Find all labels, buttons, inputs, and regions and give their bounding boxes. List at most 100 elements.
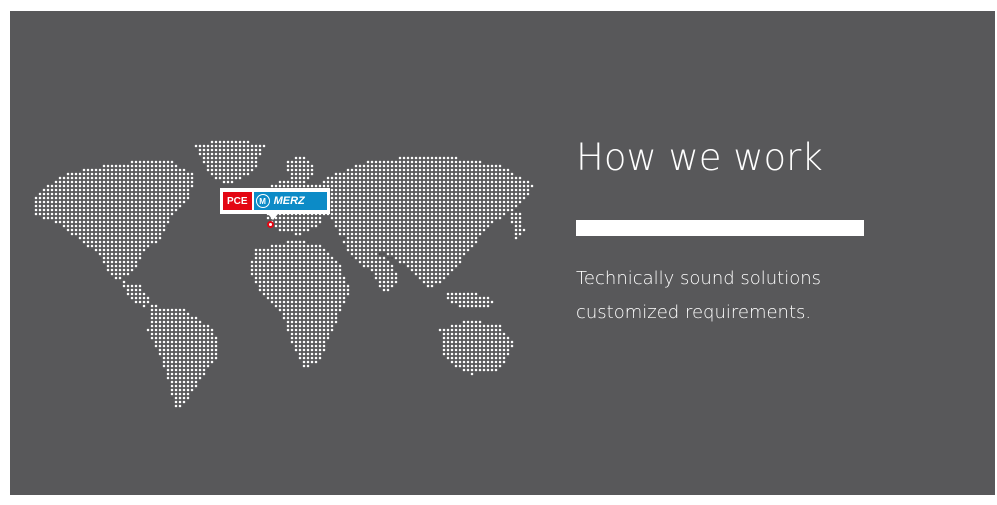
- map-dot: [442, 156, 446, 160]
- map-dot: [170, 312, 174, 316]
- map-dot: [290, 336, 294, 340]
- map-dot: [474, 336, 478, 340]
- map-dot: [226, 160, 230, 164]
- map-dot: [154, 168, 158, 172]
- map-dot: [294, 308, 298, 312]
- map-dot: [190, 180, 194, 184]
- map-dot: [242, 148, 246, 152]
- map-dot: [370, 180, 374, 184]
- map-dot: [386, 232, 390, 236]
- map-dot: [422, 260, 426, 264]
- map-dot: [134, 232, 138, 236]
- map-dot: [450, 296, 454, 300]
- map-dot: [466, 164, 470, 168]
- map-dot: [110, 220, 114, 224]
- map-dot: [290, 268, 294, 272]
- map-dot: [310, 316, 314, 320]
- map-dot: [498, 340, 502, 344]
- map-dot: [214, 340, 218, 344]
- map-dot: [66, 220, 70, 224]
- map-dot: [434, 180, 438, 184]
- map-dot: [130, 260, 134, 264]
- map-dot: [458, 300, 462, 304]
- map-dot: [206, 332, 210, 336]
- map-dot: [222, 140, 226, 144]
- map-dot: [54, 208, 58, 212]
- map-dot: [290, 224, 294, 228]
- map-dot: [70, 228, 74, 232]
- map-dot: [414, 176, 418, 180]
- map-dot: [178, 380, 182, 384]
- map-dot: [126, 172, 130, 176]
- map-dot: [266, 256, 270, 260]
- map-dot: [294, 268, 298, 272]
- map-dot: [334, 184, 338, 188]
- map-dot: [342, 212, 346, 216]
- map-dot: [470, 364, 474, 368]
- map-dot: [278, 296, 282, 300]
- map-dot: [382, 268, 386, 272]
- map-dot: [426, 204, 430, 208]
- map-dot: [138, 192, 142, 196]
- map-dot: [410, 224, 414, 228]
- map-dot: [494, 360, 498, 364]
- map-dot: [166, 344, 170, 348]
- map-dot: [34, 200, 38, 204]
- map-dot: [146, 200, 150, 204]
- map-dot: [230, 148, 234, 152]
- map-dot: [298, 288, 302, 292]
- map-dot: [454, 344, 458, 348]
- map-dot: [178, 336, 182, 340]
- map-dot: [218, 168, 222, 172]
- map-dot: [506, 200, 510, 204]
- map-dot: [270, 256, 274, 260]
- map-dot: [358, 260, 362, 264]
- map-dot: [286, 244, 290, 248]
- map-dot: [418, 240, 422, 244]
- map-dot: [298, 352, 302, 356]
- map-dot: [430, 192, 434, 196]
- map-dot: [162, 316, 166, 320]
- map-dot: [406, 208, 410, 212]
- map-dot: [114, 204, 118, 208]
- map-dot: [118, 244, 122, 248]
- map-dot: [486, 200, 490, 204]
- map-dot: [462, 352, 466, 356]
- map-dot: [114, 188, 118, 192]
- map-dot: [302, 224, 306, 228]
- map-dot: [334, 304, 338, 308]
- map-dot: [350, 232, 354, 236]
- map-dot: [274, 268, 278, 272]
- map-dot: [434, 172, 438, 176]
- map-dot: [234, 152, 238, 156]
- map-dot: [298, 184, 302, 188]
- map-dot: [378, 232, 382, 236]
- map-dot: [162, 196, 166, 200]
- map-dot: [350, 196, 354, 200]
- map-dot: [70, 176, 74, 180]
- map-dot: [126, 256, 130, 260]
- map-dot: [326, 324, 330, 328]
- pce-merz-logo: PCE M MERZ: [220, 188, 330, 214]
- map-dot: [462, 332, 466, 336]
- map-dot: [82, 188, 86, 192]
- map-dot: [338, 228, 342, 232]
- map-dot: [118, 204, 122, 208]
- map-dot: [382, 204, 386, 208]
- map-dot: [186, 192, 190, 196]
- map-dot: [462, 232, 466, 236]
- map-dot: [342, 192, 346, 196]
- map-dot: [346, 228, 350, 232]
- map-dot: [366, 252, 370, 256]
- map-dot: [334, 224, 338, 228]
- map-dot: [374, 236, 378, 240]
- map-dot: [490, 368, 494, 372]
- map-dot: [426, 188, 430, 192]
- map-dot: [314, 288, 318, 292]
- map-dot: [118, 196, 122, 200]
- map-dot: [430, 252, 434, 256]
- map-dot: [422, 236, 426, 240]
- map-dot: [378, 160, 382, 164]
- map-dot: [486, 352, 490, 356]
- map-dot: [54, 192, 58, 196]
